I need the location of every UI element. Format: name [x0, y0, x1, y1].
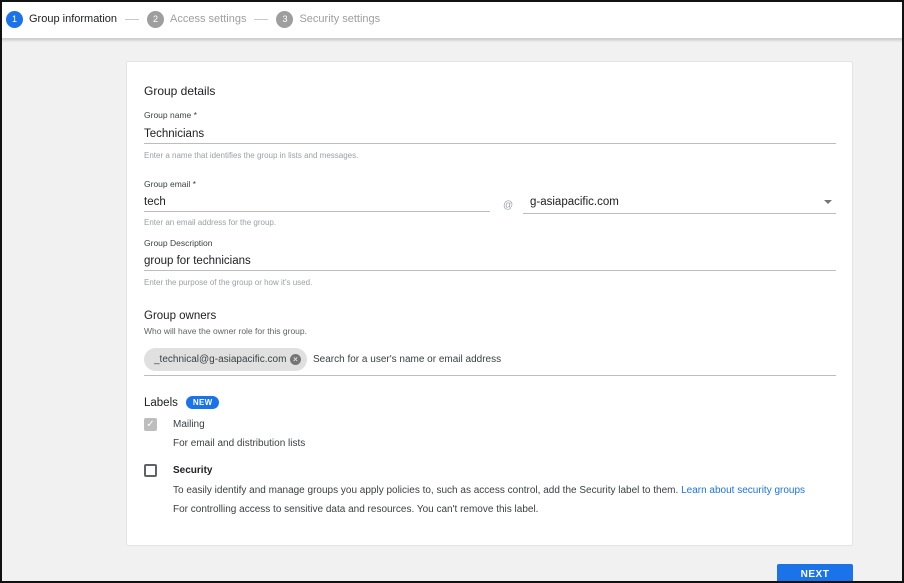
- chevron-down-icon: [824, 200, 832, 204]
- group-description-label: Group Description: [144, 238, 213, 248]
- group-description-hint: Enter the purpose of the group or how it…: [144, 278, 313, 287]
- step-separator: [254, 18, 269, 20]
- step-security-settings[interactable]: 3 Security settings: [276, 10, 381, 28]
- owner-chip: _technical@g-asiapacific.com ×: [144, 348, 307, 371]
- group-owners-title: Group owners: [144, 310, 217, 322]
- new-badge: NEW: [185, 396, 220, 409]
- group-description-input[interactable]: group for technicians: [144, 255, 836, 267]
- step-number-1: 1: [6, 10, 23, 28]
- remove-chip-icon[interactable]: ×: [290, 354, 301, 365]
- group-owners-subtitle: Who will have the owner role for this gr…: [144, 326, 307, 336]
- security-description: To easily identify and manage groups you…: [173, 485, 805, 496]
- group-email-hint: Enter an email address for the group.: [144, 218, 277, 227]
- domain-select-underline: [523, 213, 836, 214]
- next-button[interactable]: NEXT: [777, 564, 853, 583]
- group-form-card: Group details Group name * Technicians E…: [126, 61, 853, 546]
- group-email-label: Group email *: [144, 179, 196, 189]
- group-name-underline: [144, 143, 836, 144]
- security-checkbox[interactable]: [144, 464, 157, 477]
- step-group-information[interactable]: 1 Group information: [6, 10, 118, 28]
- group-name-hint: Enter a name that identifies the group i…: [144, 151, 359, 160]
- step-access-settings[interactable]: 2 Access settings: [147, 10, 247, 28]
- domain-select-value: g-asiapacific.com: [530, 196, 619, 208]
- group-name-label: Group name *: [144, 110, 197, 120]
- step-label: Security settings: [299, 13, 381, 25]
- step-number-2: 2: [147, 10, 165, 28]
- step-label: Group information: [29, 13, 118, 25]
- group-email-input[interactable]: tech: [144, 196, 490, 208]
- group-email-underline: [144, 211, 490, 212]
- mailing-label: Mailing: [173, 419, 205, 430]
- owner-chip-email: _technical@g-asiapacific.com: [154, 354, 287, 365]
- owner-search-input[interactable]: Search for a user's name or email addres…: [313, 354, 501, 365]
- step-number-3: 3: [276, 10, 294, 28]
- owner-search-underline: [144, 375, 836, 376]
- mailing-checkbox: ✓: [144, 418, 157, 431]
- step-label: Access settings: [170, 13, 247, 25]
- security-label: Security: [173, 465, 213, 476]
- security-note: For controlling access to sensitive data…: [173, 504, 539, 515]
- mailing-description: For email and distribution lists: [173, 438, 306, 449]
- step-separator: [125, 18, 140, 20]
- labels-header: Labels NEW: [144, 396, 220, 409]
- at-sign: @: [503, 200, 514, 211]
- domain-select[interactable]: g-asiapacific.com: [523, 188, 836, 214]
- group-description-underline: [144, 270, 836, 271]
- labels-title: Labels: [144, 396, 178, 409]
- security-description-text: To easily identify and manage groups you…: [173, 485, 679, 496]
- stepper-bar: 1 Group information 2 Access settings 3 …: [0, 0, 904, 39]
- group-details-title: Group details: [144, 84, 216, 98]
- learn-security-groups-link[interactable]: Learn about security groups: [681, 485, 805, 496]
- group-name-input[interactable]: Technicians: [144, 128, 836, 140]
